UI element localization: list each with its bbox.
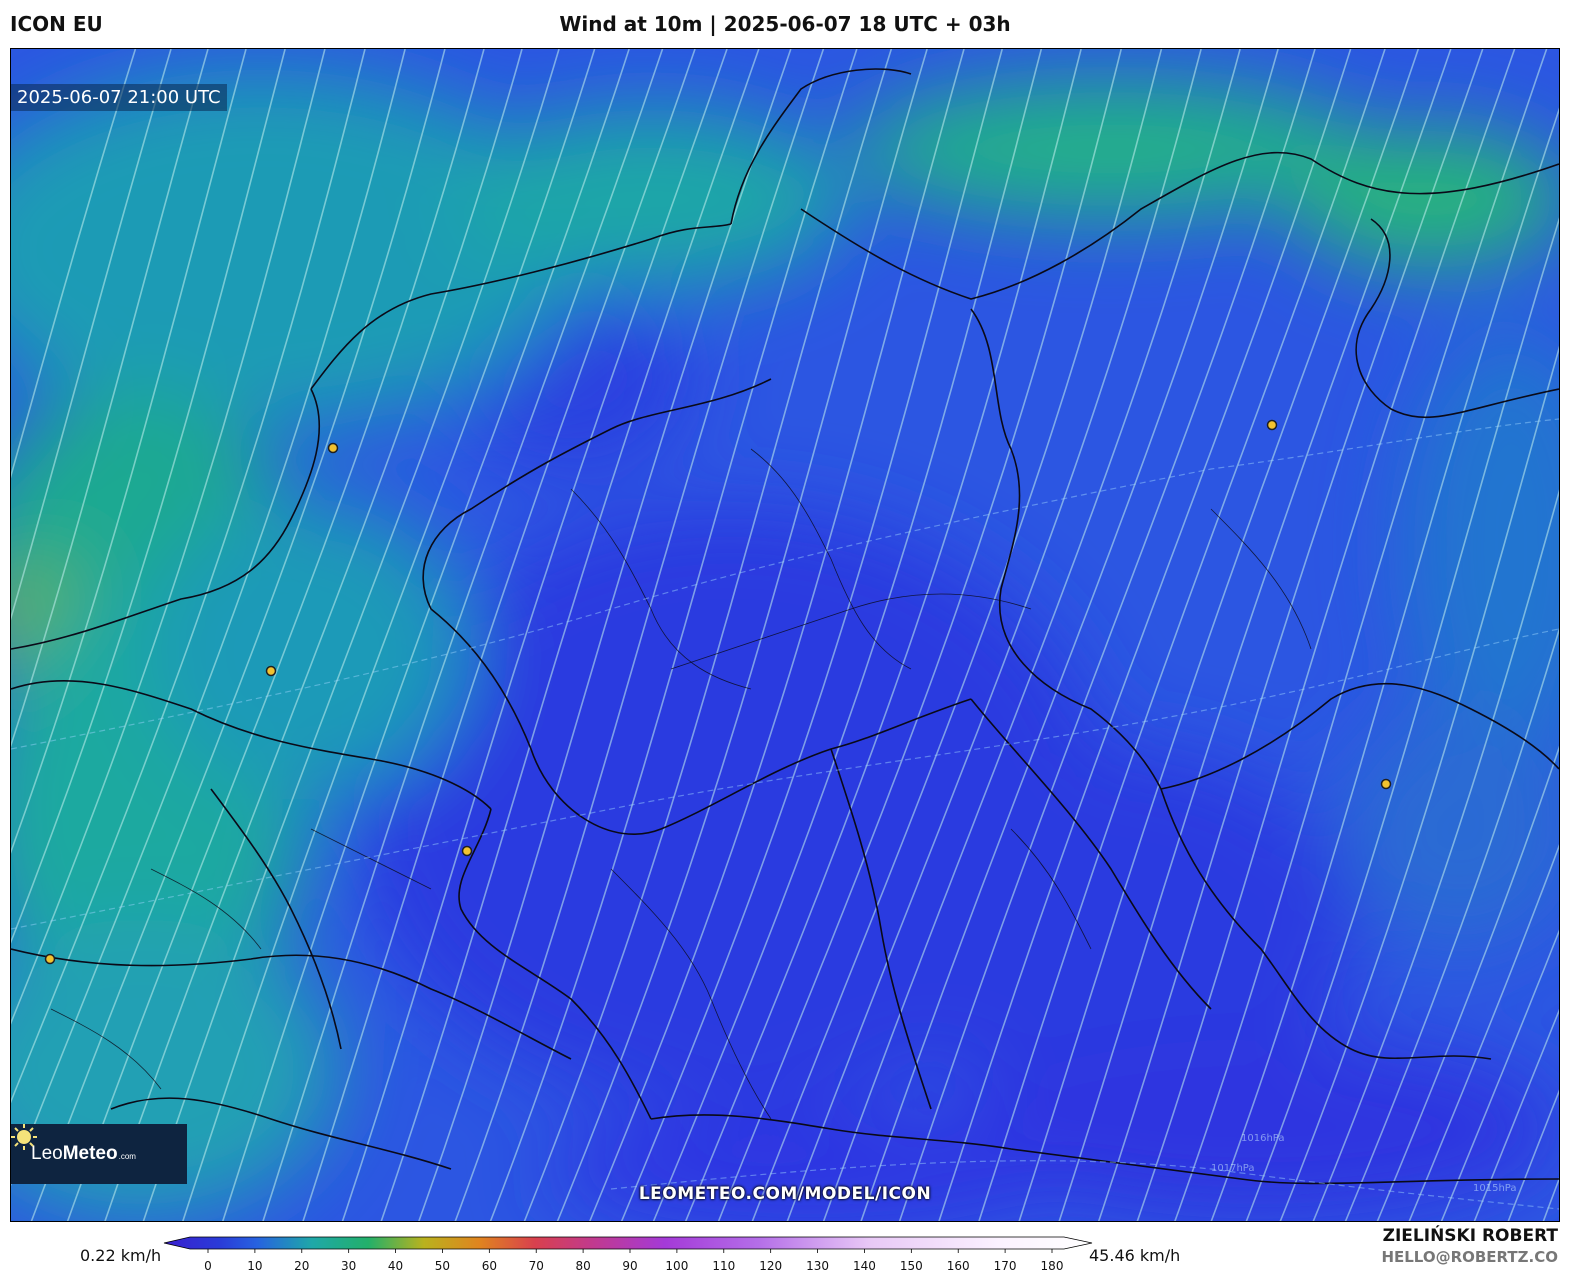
colorbar-tick-label: 50 [435,1259,450,1273]
colorbar-tick-label: 20 [294,1259,309,1273]
colorbar-tick-label: 130 [806,1259,829,1273]
watermark[interactable]: LEOMETEO.COM/MODEL/ICON [11,1184,1559,1204]
logo-text: LeoMeteo.com [31,1143,136,1164]
city-marker [1380,778,1392,790]
colorbar-tick-label: 150 [900,1259,923,1273]
city-marker [44,953,56,965]
city-marker [327,442,339,454]
colorbar-tick-label: 40 [388,1259,403,1273]
colorbar-tick-label: 140 [853,1259,876,1273]
colorbar: 0 10 20 30 40 50 60 70 80 90 100 110 120 130 140 150 160… [163,1236,1093,1273]
colorbar-tick-label: 0 [204,1259,212,1273]
colorbar-tick-label: 70 [529,1259,544,1273]
colorbar-tick-label: 10 [247,1259,262,1273]
city-marker [1266,419,1278,431]
page-title: Wind at 10m | 2025-06-07 18 UTC + 03h [559,12,1011,36]
colorbar-tick-label: 120 [759,1259,782,1273]
author-name: ZIELIŃSKI ROBERT [1382,1226,1558,1246]
colorbar-max-label: 45.46 km/h [1089,1246,1181,1265]
colorbar-tick-label: 60 [482,1259,497,1273]
colorbar-tick-label: 80 [575,1259,590,1273]
leometeo-logo[interactable]: LeoMeteo.com [11,1124,187,1184]
colorbar-tick-label: 170 [994,1259,1017,1273]
isobar-label: 1017hPa [1211,1163,1255,1174]
map-timestamp: 2025-06-07 21:00 UTC [11,84,227,111]
wind-field: 1017hPa 1016hPa 1015hPa [11,49,1559,1221]
colorbar-min-label: 0.22 km/h [80,1246,162,1265]
author-email[interactable]: HELLO@ROBERTZ.CO [1381,1248,1558,1266]
colorbar-tick-label: 110 [712,1259,735,1273]
wind-map[interactable]: 1017hPa 1016hPa 1015hPa 2025-06-07 21:00… [10,48,1560,1222]
colorbar-tick-label: 30 [341,1259,356,1273]
city-marker [265,665,277,677]
sun-icon [11,1124,37,1150]
colorbar-tick-label: 100 [665,1259,688,1273]
colorbar-tick-label: 160 [947,1259,970,1273]
colorbar-tick-label: 90 [622,1259,637,1273]
colorbar-tick-label: 180 [1041,1259,1064,1273]
isobar-label: 1016hPa [1241,1133,1285,1144]
city-marker [461,845,473,857]
